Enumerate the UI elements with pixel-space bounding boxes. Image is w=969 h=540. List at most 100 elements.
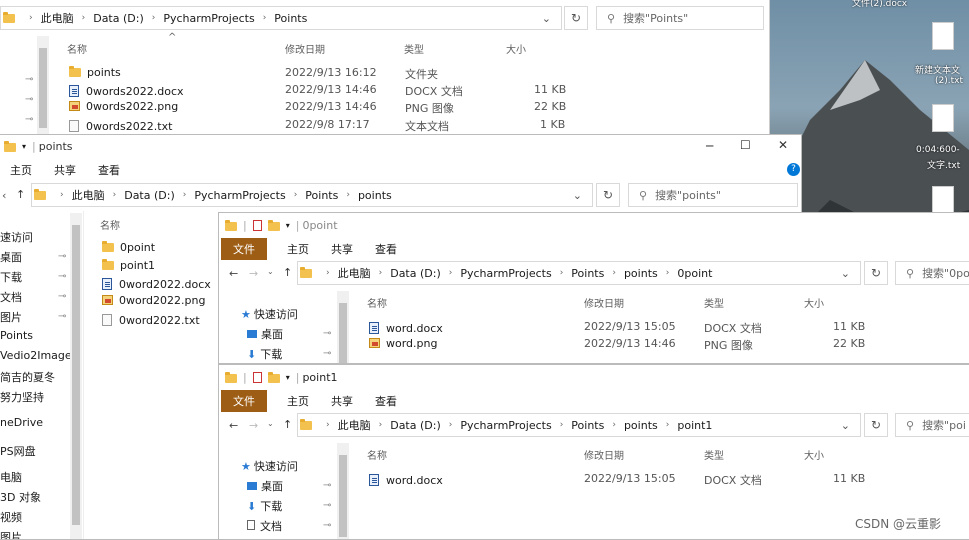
pin-icon[interactable]: ⊸ <box>58 291 66 302</box>
tab-file[interactable]: 文件 <box>221 390 267 412</box>
refresh-button[interactable]: ↻ <box>864 261 888 285</box>
breadcrumb-item[interactable]: PycharmProjects <box>460 267 551 280</box>
search-input[interactable]: ⚲ 搜索"poi <box>895 413 969 437</box>
file-row[interactable]: 0point <box>102 241 155 254</box>
maximize-icon[interactable]: ☐ <box>740 138 751 152</box>
nav-item-desktop[interactable]: 桌面 <box>247 478 283 494</box>
breadcrumb-item[interactable]: Data (D:) <box>390 267 441 280</box>
nav-item[interactable]: 努力坚持 <box>0 389 44 405</box>
new-folder-icon[interactable] <box>267 220 280 231</box>
breadcrumb-item[interactable]: points <box>358 189 392 202</box>
breadcrumb-item[interactable]: PycharmProjects <box>194 189 285 202</box>
pin-icon[interactable]: ⊸ <box>323 480 331 491</box>
file-row[interactable]: 0word2022.docx <box>102 276 211 291</box>
breadcrumb-item[interactable]: 此电脑 <box>72 187 105 203</box>
tab-home[interactable]: 主页 <box>287 241 309 257</box>
quick-access-dropdown-icon[interactable]: ▾ <box>286 373 290 382</box>
nav-item-downloads[interactable]: ⬇ 下载 <box>247 346 282 362</box>
chevron-down-icon[interactable]: ⌄ <box>542 12 551 25</box>
pin-icon[interactable]: ⊸ <box>323 328 331 339</box>
breadcrumb-item[interactable]: points <box>624 267 658 280</box>
address-bar[interactable]: › 此电脑 › Data (D:) › PycharmProjects › Po… <box>0 6 562 30</box>
nav-item-quick-access[interactable]: ★ 快速访问 <box>241 458 298 474</box>
help-icon[interactable]: ? <box>787 163 800 176</box>
search-input[interactable]: ⚲ 搜索"0po <box>895 261 969 285</box>
close-icon[interactable]: ✕ <box>778 138 788 152</box>
up-arrow-icon[interactable]: ↑ <box>16 188 25 201</box>
tab-view[interactable]: 查看 <box>375 393 397 409</box>
column-header-type[interactable]: 类型 <box>704 295 724 310</box>
properties-icon[interactable] <box>252 372 262 383</box>
tab-view[interactable]: 查看 <box>375 241 397 257</box>
pin-icon[interactable]: ⊸ <box>58 271 66 282</box>
address-bar[interactable]: › 此电脑 › Data (D:) › PycharmProjects › Po… <box>297 413 861 437</box>
column-header-size[interactable]: 大小 <box>804 295 824 310</box>
title-bar[interactable]: ▾ | points <box>4 140 73 153</box>
chevron-down-icon[interactable]: ⌄ <box>841 419 850 432</box>
nav-item-quick-access[interactable]: ★ 快速访问 <box>241 306 298 322</box>
nav-item[interactable]: 文档 <box>0 289 22 305</box>
desktop-txt-file-icon[interactable] <box>932 22 954 50</box>
nav-item[interactable]: Points <box>0 329 33 342</box>
file-row[interactable]: 0words2022.txt <box>69 118 172 133</box>
breadcrumb-item[interactable]: PycharmProjects <box>163 12 254 25</box>
recent-dropdown-icon[interactable]: ⌄ <box>267 419 274 428</box>
column-header-name[interactable]: 名称 <box>367 295 387 310</box>
back-arrow-icon[interactable]: ← <box>229 267 238 280</box>
file-row[interactable]: points <box>69 66 121 79</box>
breadcrumb-item[interactable]: PycharmProjects <box>460 419 551 432</box>
file-row[interactable]: 0word2022.png <box>102 294 205 307</box>
nav-item[interactable]: neDrive <box>0 416 43 429</box>
nav-item[interactable]: 视频 <box>0 509 22 525</box>
pin-icon[interactable]: ⊸ <box>323 348 331 359</box>
nav-scrollbar[interactable] <box>337 443 349 539</box>
back-arrow-icon[interactable]: ‹ <box>2 189 6 202</box>
nav-item[interactable]: 桌面 <box>0 249 22 265</box>
nav-item[interactable]: 图片 <box>0 529 22 539</box>
back-arrow-icon[interactable]: ← <box>229 419 238 432</box>
nav-scrollbar[interactable] <box>337 291 349 363</box>
address-bar[interactable]: › 此电脑 › Data (D:) › PycharmProjects › Po… <box>31 183 593 207</box>
refresh-button[interactable]: ↻ <box>596 183 620 207</box>
breadcrumb-item[interactable]: point1 <box>677 419 712 432</box>
breadcrumb-item[interactable]: 此电脑 <box>338 265 371 281</box>
title-bar[interactable]: | ▾ | point1 <box>225 371 338 384</box>
breadcrumb-item[interactable]: 0point <box>677 267 712 280</box>
nav-item[interactable]: Vedio2Image <box>0 349 72 362</box>
search-input[interactable]: ⚲ 搜索"points" <box>628 183 798 207</box>
file-row[interactable]: word.docx <box>369 320 443 335</box>
pin-icon[interactable]: ⊸ <box>25 94 33 105</box>
file-row[interactable]: word.png <box>369 337 437 350</box>
column-header-type[interactable]: 类型 <box>404 41 424 56</box>
minimize-icon[interactable]: ─ <box>706 139 713 153</box>
tab-home[interactable]: 主页 <box>287 393 309 409</box>
column-header-date[interactable]: 修改日期 <box>285 41 325 56</box>
search-input[interactable]: ⚲ 搜索"Points" <box>596 6 764 30</box>
chevron-down-icon[interactable]: ⌄ <box>841 267 850 280</box>
file-row[interactable]: 0words2022.png <box>69 100 178 113</box>
column-header-size[interactable]: 大小 <box>506 41 526 56</box>
title-bar[interactable]: | ▾ | 0point <box>225 219 338 232</box>
nav-item[interactable]: 图片 <box>0 309 22 325</box>
nav-scrollbar[interactable] <box>70 213 82 539</box>
forward-arrow-icon[interactable]: → <box>249 419 258 432</box>
breadcrumb-item[interactable]: 此电脑 <box>338 417 371 433</box>
properties-icon[interactable] <box>252 220 262 231</box>
new-folder-icon[interactable] <box>267 372 280 383</box>
nav-item-documents[interactable]: 文档 <box>247 518 282 534</box>
column-header-type[interactable]: 类型 <box>704 447 724 462</box>
nav-item-downloads[interactable]: ⬇ 下载 <box>247 498 282 514</box>
breadcrumb-item[interactable]: Data (D:) <box>93 12 144 25</box>
up-arrow-icon[interactable]: ↑ <box>283 266 292 279</box>
file-row[interactable]: 0words2022.docx <box>69 83 184 98</box>
tab-share[interactable]: 共享 <box>54 162 76 178</box>
desktop-txt-file-icon[interactable] <box>932 104 954 132</box>
file-row[interactable]: point1 <box>102 259 155 272</box>
pin-icon[interactable]: ⊸ <box>323 500 331 511</box>
column-header-name[interactable]: 名称 <box>367 447 387 462</box>
chevron-down-icon[interactable]: ⌄ <box>573 189 582 202</box>
breadcrumb-item[interactable]: Data (D:) <box>390 419 441 432</box>
breadcrumb-item[interactable]: Points <box>571 267 604 280</box>
column-header-name[interactable]: 名称 <box>67 41 87 56</box>
nav-item[interactable]: 3D 对象 <box>0 489 41 505</box>
